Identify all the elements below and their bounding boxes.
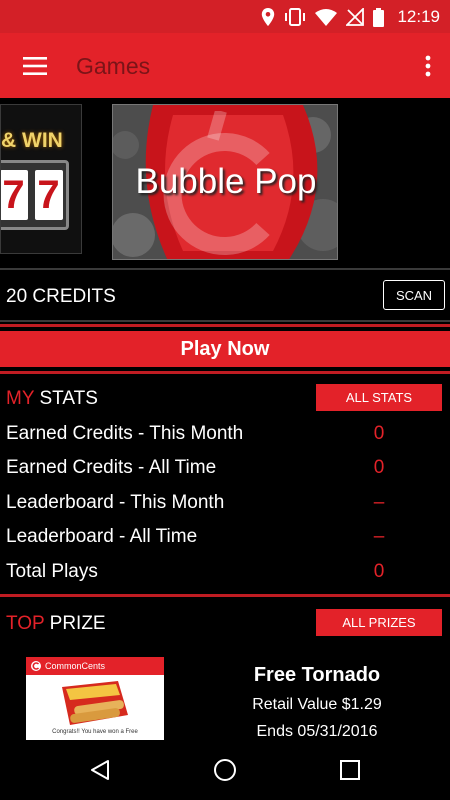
app-bar: Games	[0, 33, 450, 98]
my-stats-heading: MY STATS	[6, 388, 98, 410]
my-stats-heading-accent: MY	[6, 388, 35, 409]
credits-row: 20 CREDITS SCAN	[0, 268, 450, 322]
prize-logo-text: CommonCents	[45, 661, 106, 671]
status-bar: 12:19	[0, 0, 450, 33]
slot-reel: 7	[34, 170, 63, 220]
top-prize-heading: TOP PRIZE	[6, 613, 106, 635]
stat-label: Leaderboard - All Time	[6, 526, 198, 547]
overflow-menu-button[interactable]	[420, 51, 436, 81]
back-button[interactable]	[80, 754, 120, 786]
game-carousel[interactable]: & WIN 7 7 Bubble Pop	[0, 98, 450, 266]
stat-value: 0	[373, 423, 385, 444]
home-icon	[214, 759, 236, 781]
game-tile-slots-title: & WIN	[1, 129, 63, 152]
home-button[interactable]	[205, 754, 245, 786]
scan-button[interactable]: SCAN	[383, 280, 445, 310]
prize-end-date: Ends 05/31/2016	[256, 723, 378, 740]
my-stats-heading-text: STATS	[34, 388, 98, 409]
stat-value: 0	[373, 457, 385, 478]
stat-value: –	[373, 492, 385, 513]
wifi-icon	[315, 8, 338, 26]
stat-label: Leaderboard - This Month	[6, 492, 225, 513]
stat-value: 0	[373, 561, 385, 582]
hamburger-menu-button[interactable]	[16, 51, 54, 81]
section-divider	[0, 594, 450, 597]
vibrate-icon	[285, 8, 306, 26]
battery-icon	[373, 7, 385, 27]
page-title: Games	[76, 53, 151, 79]
slot-reel: 7	[1, 170, 28, 220]
tornado-snack-icon	[62, 681, 128, 725]
stat-row: Leaderboard - This Month –	[0, 486, 450, 520]
all-stats-button[interactable]: ALL STATS	[316, 384, 442, 411]
prize-retail-value: Retail Value $1.29	[252, 696, 382, 713]
prize-name: Free Tornado	[253, 664, 381, 686]
slot-machine-image: 7 7	[1, 160, 69, 230]
all-prizes-button[interactable]: ALL PRIZES	[316, 609, 442, 636]
prize-image-caption: Congrats!! You have won a Free	[52, 729, 138, 735]
stat-label: Earned Credits - This Month	[6, 423, 244, 444]
hamburger-menu-icon	[23, 57, 47, 75]
back-icon	[91, 760, 109, 780]
stat-row: Earned Credits - This Month 0	[0, 417, 450, 451]
location-icon	[262, 8, 275, 26]
system-navigation-bar	[0, 740, 450, 800]
overflow-menu-icon	[425, 55, 431, 77]
stat-row: Leaderboard - All Time –	[0, 520, 450, 554]
credits-count: 20 CREDITS	[6, 286, 116, 307]
commoncents-logo-icon	[31, 661, 41, 671]
status-time: 12:19	[397, 7, 440, 26]
stat-label: Total Plays	[6, 561, 98, 582]
stat-row: Earned Credits - All Time 0	[0, 451, 450, 485]
top-prize-heading-accent: TOP	[6, 613, 45, 634]
recents-icon	[340, 760, 360, 780]
play-now-band: Play Now	[0, 324, 450, 374]
game-tile-bubble-pop[interactable]: Bubble Pop	[112, 104, 338, 260]
prize-image[interactable]: CommonCents Congrats!! You have won a Fr…	[26, 657, 164, 741]
play-now-button[interactable]: Play Now	[0, 331, 450, 367]
top-prize-heading-text: PRIZE	[44, 613, 106, 634]
prize-logo-bar: CommonCents	[26, 657, 164, 675]
no-signal-icon	[346, 8, 365, 26]
game-tile-bubble-pop-title: Bubble Pop	[135, 162, 317, 201]
game-tile-slots[interactable]: & WIN 7 7	[0, 104, 82, 254]
recents-button[interactable]	[330, 754, 370, 786]
status-icons: 12:19	[261, 6, 440, 28]
stat-row: Total Plays 0	[0, 555, 450, 589]
stat-value: –	[373, 526, 385, 547]
stat-label: Earned Credits - All Time	[6, 457, 217, 478]
